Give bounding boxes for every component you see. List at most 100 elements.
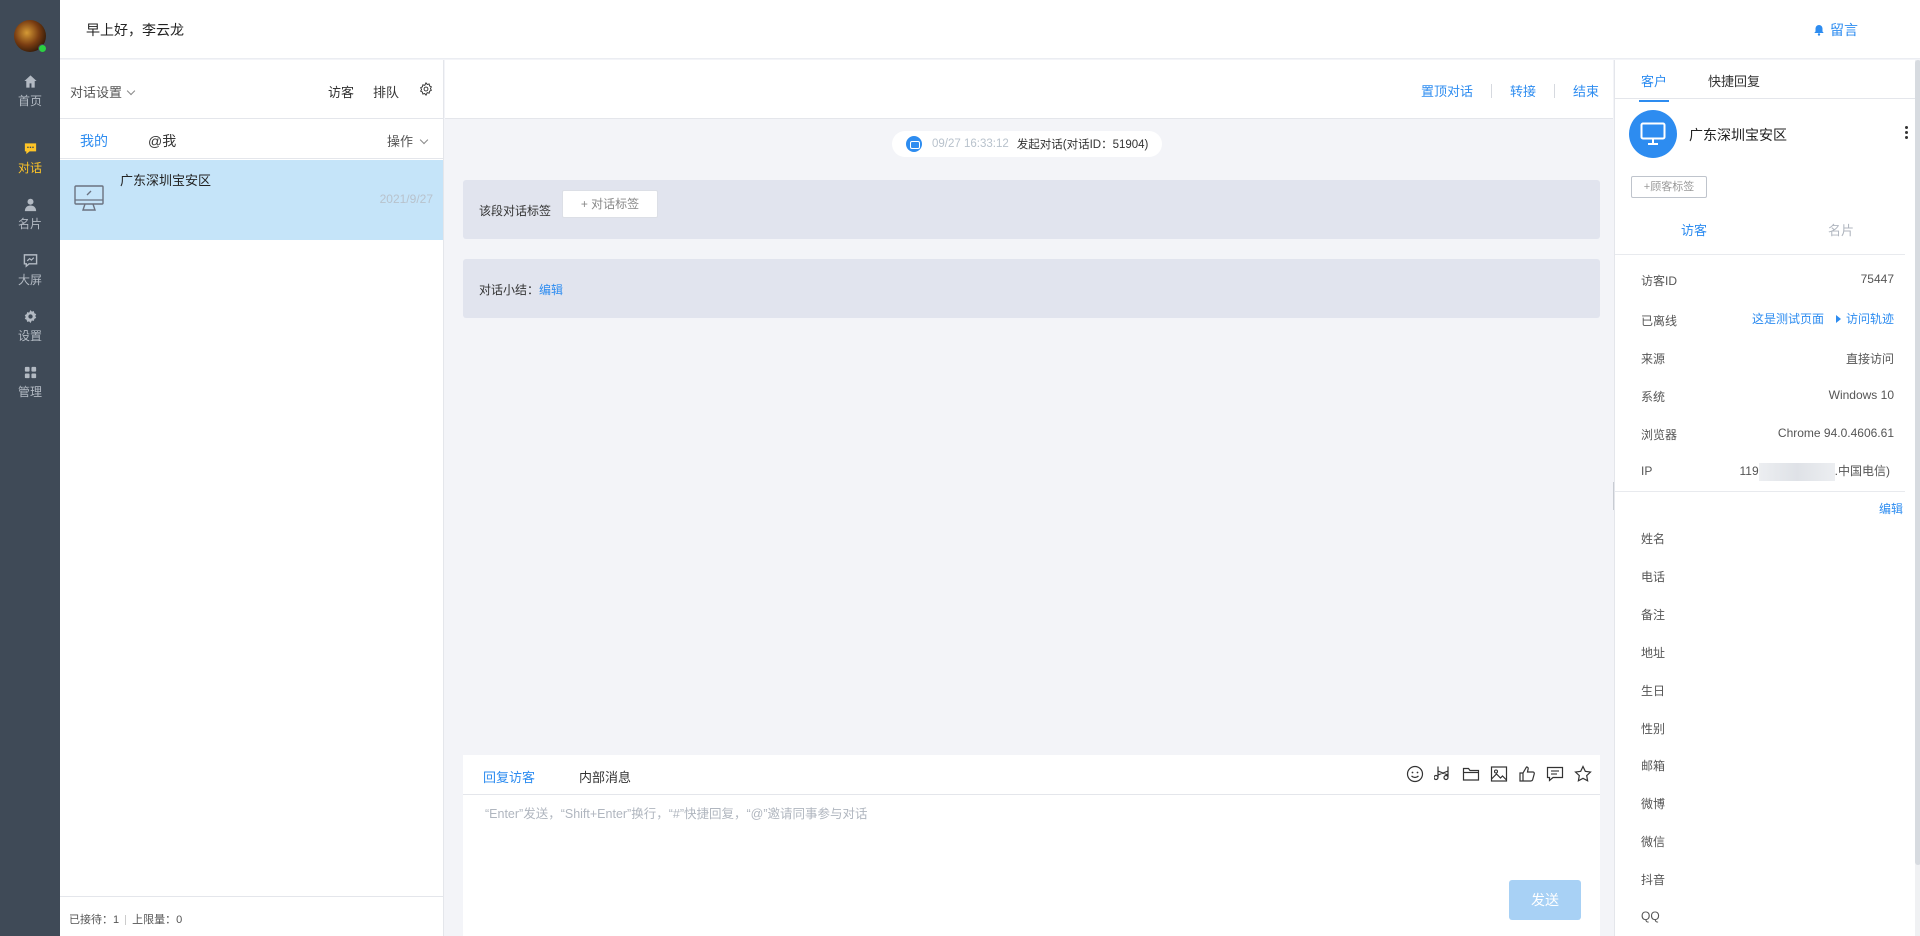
tab-internal-message[interactable]: 内部消息: [579, 767, 631, 786]
info-key: 已离线: [1641, 314, 1678, 328]
nav-chat-label: 对话: [17, 161, 42, 175]
person-icon: [24, 198, 36, 212]
divider: [1615, 254, 1905, 255]
ip-prefix: 119: [1739, 464, 1759, 478]
more-options-icon[interactable]: [1905, 126, 1909, 140]
nav-home-label: 首页: [17, 94, 42, 108]
field-qq: QQ: [1641, 909, 1660, 923]
bell-icon: [1814, 25, 1824, 36]
pin-conversation-button[interactable]: 置顶对话: [1421, 81, 1473, 100]
caret-right-icon: [1835, 315, 1841, 323]
field-remark: 备注: [1641, 608, 1666, 622]
message-bubble-icon: [906, 136, 922, 152]
conversation-tag-panel: 该段对话标签 + 对话标签: [463, 180, 1600, 239]
tab-quick-reply[interactable]: 快捷回复: [1708, 71, 1760, 90]
reply-toolbar: [1396, 765, 1592, 783]
nav-screen[interactable]: 大屏: [0, 253, 60, 299]
image-icon[interactable]: [1490, 765, 1508, 783]
nav-manage[interactable]: 管理: [0, 365, 60, 411]
conversation-summary-panel: 对话小结：编辑: [463, 259, 1600, 318]
info-key: IP: [1641, 464, 1653, 478]
greeting-text: 早上好，李云龙: [86, 22, 184, 38]
divider: [1553, 83, 1555, 98]
home-icon: [23, 75, 37, 88]
scissors-icon[interactable]: [1433, 765, 1452, 783]
send-button[interactable]: 发送: [1509, 880, 1581, 920]
nav-home[interactable]: 首页: [0, 74, 60, 120]
thumbs-up-icon[interactable]: [1518, 765, 1536, 783]
list-settings-gear-icon[interactable]: [419, 82, 433, 96]
scrollbar-thumb[interactable]: [1915, 60, 1920, 865]
add-conversation-tag-button[interactable]: + 对话标签: [562, 190, 658, 218]
reply-box: 回复访客 内部消息 发送: [463, 755, 1600, 936]
customer-name: 广东深圳宝安区: [1689, 127, 1787, 143]
tab-mentions[interactable]: @我: [148, 131, 176, 151]
info-key: 来源: [1641, 352, 1666, 366]
chat-header: 置顶对话 转接 结束: [445, 60, 1613, 119]
conversation-list-item[interactable]: 广东深圳宝安区 2021/9/27: [60, 160, 443, 240]
tab-mine[interactable]: 我的: [80, 131, 108, 164]
operations-dropdown[interactable]: 操作: [387, 131, 429, 150]
edit-fields-link[interactable]: 编辑: [1879, 500, 1903, 517]
chevron-down-icon: [419, 135, 429, 145]
nav-card-label: 名片: [17, 217, 42, 231]
monitor-icon: [1640, 122, 1666, 145]
visitor-button[interactable]: 访客: [328, 82, 354, 101]
field-wechat: 微信: [1641, 835, 1666, 849]
visit-trail-link[interactable]: 访问轨迹: [1846, 312, 1894, 326]
emoji-icon[interactable]: [1406, 765, 1424, 783]
customer-avatar: [1629, 110, 1677, 158]
nav-screen-label: 大屏: [17, 273, 42, 287]
tab-reply-visitor[interactable]: 回复访客: [483, 767, 536, 799]
field-birthday: 生日: [1641, 684, 1666, 698]
info-value: 这是测试页面 访问轨迹: [1752, 310, 1894, 327]
served-count: 已接待：1: [69, 914, 120, 926]
transfer-button[interactable]: 转接: [1510, 81, 1536, 100]
reply-tabs: 回复访客 内部消息: [463, 755, 1600, 799]
redacted-ip-blur: [1758, 462, 1835, 481]
queue-button[interactable]: 排队: [373, 82, 399, 101]
leave-message-link[interactable]: 留言: [1813, 20, 1858, 40]
desktop-computer-icon: [74, 185, 104, 211]
field-name: 姓名: [1641, 532, 1666, 546]
info-key: 系统: [1641, 390, 1666, 404]
user-avatar[interactable]: [14, 20, 47, 53]
conversation-settings-label: 对话设置: [70, 85, 123, 100]
chat-actions: 置顶对话 转接 结束: [1421, 81, 1599, 100]
info-value: Chrome 94.0.4606.61: [1777, 426, 1894, 440]
system-message: 09/27 16:33:12 发起对话(对话ID：51904): [892, 131, 1163, 157]
field-douyin: 抖音: [1641, 873, 1666, 887]
star-icon[interactable]: [1574, 765, 1592, 783]
ip-suffix: .中国电信): [1834, 464, 1890, 478]
info-value: 119 .中国电信): [1740, 462, 1890, 481]
tab-visitor-info[interactable]: 访客: [1681, 220, 1707, 239]
nav-card[interactable]: 名片: [0, 197, 60, 243]
conversation-summary-label: 对话小结：: [479, 283, 540, 297]
conversation-tabs: 我的 @我 操作: [60, 119, 443, 164]
nav-chat[interactable]: 对话: [0, 141, 60, 187]
visited-page-link[interactable]: 这是测试页面: [1752, 312, 1824, 326]
divider: [125, 915, 127, 926]
left-nav-rail: 首页 对话 名片 大屏 设置 管理: [0, 0, 60, 936]
tab-customer[interactable]: 客户: [1638, 71, 1670, 102]
folder-icon[interactable]: [1462, 765, 1480, 783]
system-message-text: 发起对话(对话ID：51904): [1016, 139, 1149, 151]
comment-icon[interactable]: [1546, 765, 1564, 783]
customer-panel-scrollbar[interactable]: [1915, 60, 1920, 936]
conversation-summary-row: 对话小结：编辑: [479, 281, 563, 298]
end-conversation-button[interactable]: 结束: [1573, 81, 1599, 100]
limit-count: 上限量：0: [132, 914, 183, 926]
reply-input[interactable]: [463, 796, 1600, 886]
system-message-time: 09/27 16:33:12: [932, 138, 1009, 150]
field-email: 邮箱: [1641, 759, 1666, 773]
grid-icon: [24, 366, 36, 379]
tab-business-card[interactable]: 名片: [1828, 220, 1854, 239]
conversation-settings-dropdown[interactable]: 对话设置: [70, 82, 136, 101]
field-gender: 性别: [1641, 722, 1666, 736]
info-value: Windows 10: [1828, 388, 1894, 402]
add-customer-tag-button[interactable]: +顾客标签: [1631, 176, 1707, 198]
divider: [1490, 83, 1492, 98]
edit-summary-link[interactable]: 编辑: [539, 283, 563, 297]
chat-panel: 置顶对话 转接 结束 09/27 16:33:12 发起对话(对话ID：5190…: [445, 60, 1613, 936]
nav-settings[interactable]: 设置: [0, 309, 60, 355]
